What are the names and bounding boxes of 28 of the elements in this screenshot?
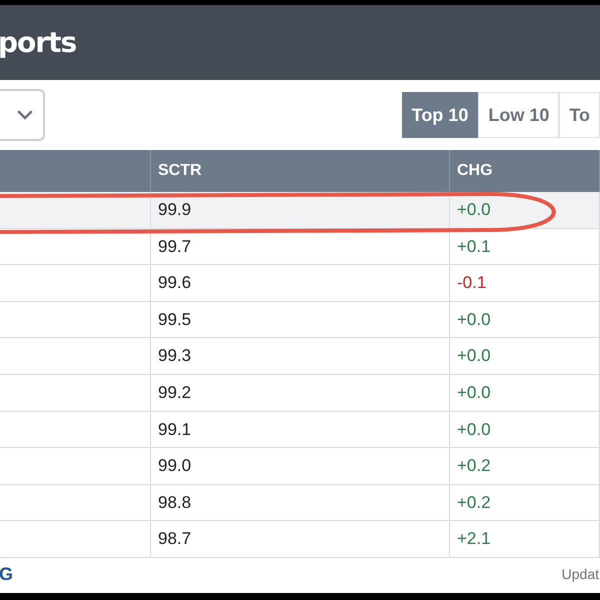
table-cell: 99.7 — [151, 228, 450, 266]
table-cell: 99.6 — [151, 265, 450, 302]
table-cell: +2.1 — [450, 521, 600, 558]
tab[interactable]: Low 10 — [478, 92, 560, 138]
dropdown[interactable] — [0, 89, 45, 141]
table-cell: 99.1 — [151, 412, 450, 448]
footer-link[interactable]: G — [0, 561, 14, 588]
table-cell: +0.0 — [450, 412, 600, 448]
updated-text: Updat — [562, 565, 599, 584]
page-title: ports — [0, 24, 76, 60]
tab[interactable]: Top 10 — [402, 92, 478, 138]
table-cell: +0.0 — [450, 302, 600, 338]
table-cell: +0.1 — [450, 228, 600, 266]
chevron-down-icon — [17, 110, 33, 120]
table-cell: +0.0 — [450, 338, 600, 375]
column-header: SCTR — [151, 150, 450, 192]
table-cell: 99.3 — [151, 338, 450, 375]
table-cell: 98.8 — [151, 484, 450, 522]
table-cell: -0.1 — [450, 265, 600, 302]
table-cell: 98.7 — [151, 521, 450, 558]
table-cell: +0.2 — [450, 484, 600, 522]
tab[interactable]: To — [559, 92, 600, 138]
table-cell: +0.0 — [450, 374, 600, 412]
table-cell: 99.5 — [151, 302, 450, 338]
column-header: CHG — [450, 150, 600, 192]
table-cell: 99.0 — [151, 448, 450, 485]
table-cell: 99.2 — [151, 374, 450, 412]
table-cell: +0.2 — [450, 448, 600, 485]
